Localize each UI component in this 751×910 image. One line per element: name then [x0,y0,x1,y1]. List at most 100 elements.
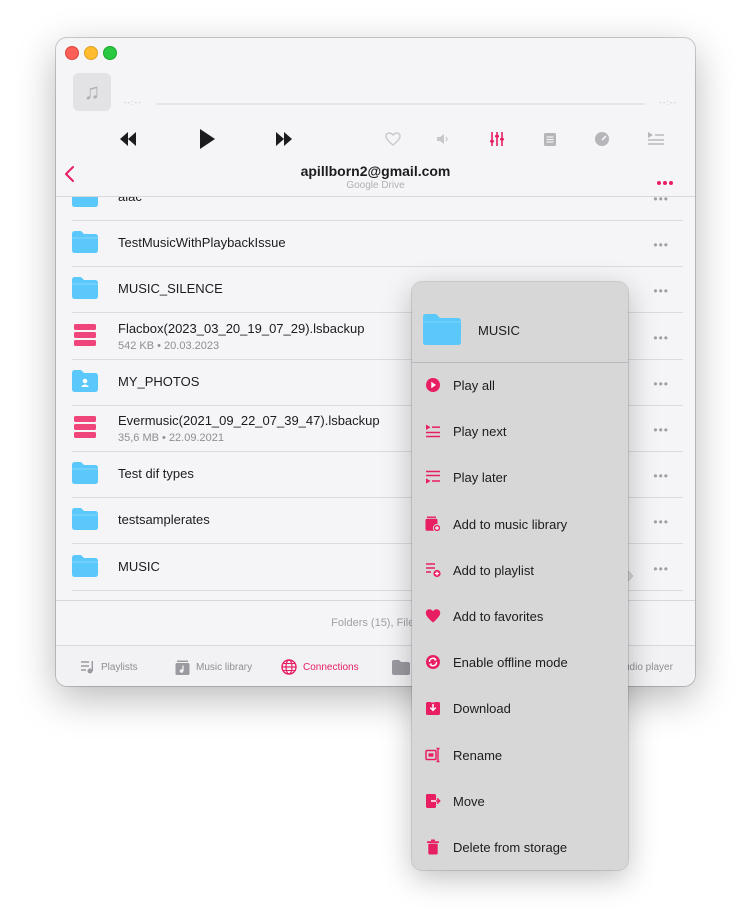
menu-item-label: Play next [453,424,507,440]
file-meta: 542 KB • 20.03.2023 [118,339,220,352]
play-circle-icon [425,377,441,393]
menu-item-add-to-favorites[interactable]: Add to favorites [412,596,628,636]
playback-progress-bar[interactable] [156,103,645,105]
remaining-time: --:-- [659,98,677,107]
zoom-window-button[interactable] [103,46,117,60]
rewind-icon [120,132,136,146]
folder-icon [72,508,98,531]
row-more-button[interactable]: ••• [653,562,669,576]
lyrics-button[interactable] [541,130,559,148]
previous-track-button[interactable] [118,130,138,148]
menu-item-label: Play all [453,378,495,393]
menu-item-add-to-music-library[interactable]: Add to music library [412,504,628,544]
menu-item-play-all[interactable]: Play all [412,365,628,405]
row-more-button[interactable]: ••• [653,238,669,252]
menu-item-rename[interactable]: Rename [412,735,628,775]
page-subtitle: Google Drive [346,180,405,191]
download-icon [425,700,441,716]
tab-label: udio player [624,661,673,673]
row-more-button[interactable]: ••• [653,377,669,391]
menu-item-label: Rename [453,747,503,763]
fast-forward-icon [276,132,292,146]
menu-item-label: Delete from storage [453,840,568,855]
context-menu-header: MUSIC [412,282,628,363]
row-more-button[interactable]: ••• [653,469,669,483]
folder-icon [72,554,98,577]
trash-icon [425,839,441,855]
row-more-button[interactable]: ••• [653,197,669,206]
file-name: Test dif types [118,466,194,482]
menu-item-play-later[interactable]: Play later [412,457,628,497]
document-icon [544,132,556,146]
play-later-icon [425,469,441,485]
menu-item-enable-offline-mode[interactable]: Enable offline mode [412,642,628,682]
folder-icon [72,277,98,300]
menu-item-move[interactable]: Move [412,781,628,821]
tab-label: Connections [303,661,359,673]
volume-button[interactable] [434,131,452,147]
folder-icon [72,197,98,207]
album-artwork: ♫ [73,73,111,111]
minimize-window-button[interactable] [84,46,98,60]
folder-icon [423,314,461,345]
globe-icon [281,659,297,675]
menu-item-label: Play later [453,470,508,486]
context-menu-title: MUSIC [478,323,520,338]
tab-music-library[interactable]: Music library [175,659,252,675]
row-more-button[interactable]: ••• [653,284,669,298]
menu-item-add-to-playlist[interactable]: Add to playlist [412,550,628,590]
menu-item-label: Add to music library [453,516,568,532]
next-track-button[interactable] [274,130,294,148]
play-next-icon [425,423,441,439]
elapsed-time: --:-- [124,98,142,107]
heart-icon [425,608,441,624]
equalizer-button[interactable] [488,130,506,148]
tab-label: Playlists [101,661,138,673]
folder-icon [72,462,98,485]
more-options-button[interactable] [657,172,673,190]
tab-audio-player[interactable]: udio player [624,659,673,675]
play-queue-icon [648,132,664,145]
menu-item-download[interactable]: Download [412,688,628,728]
file-row[interactable]: alac ••• [72,197,683,221]
playback-speed-button[interactable] [593,130,611,148]
shared-folder-icon [72,369,98,392]
queue-button[interactable] [646,129,666,147]
row-more-button[interactable]: ••• [653,515,669,529]
heart-outline-icon [385,132,401,146]
add-library-icon [425,516,442,532]
row-more-button[interactable]: ••• [653,331,669,345]
offline-icon [425,654,441,670]
menu-item-delete-from-storage[interactable]: Delete from storage [412,827,628,867]
row-more-button[interactable]: ••• [653,423,669,437]
menu-item-label: Move [453,793,485,809]
file-name: Evermusic(2021_09_22_07_39_47).lsbackup [118,413,380,428]
playlists-icon [81,661,94,674]
tab-label: Music library [196,661,253,673]
tab-connections[interactable]: Connections [281,659,359,675]
folder-icon [72,231,98,254]
context-menu: MUSIC Play all Play next Play later Add to … [412,282,628,870]
rename-icon [425,747,441,763]
menu-item-play-next[interactable]: Play next [412,411,628,451]
file-name: MUSIC_SILENCE [118,281,223,297]
menu-item-label: Download [453,701,511,717]
equalizer-icon [490,132,504,146]
page-title: apillborn2@gmail.com [300,163,451,179]
backup-file-icon [72,416,98,438]
folder-icon [392,659,410,675]
menu-item-label: Add to playlist [453,562,534,578]
tab-files[interactable] [392,659,410,675]
file-name: TestMusicWithPlaybackIssue [118,235,286,251]
menu-item-label: Enable offline mode [453,655,568,671]
music-note-icon: ♫ [83,79,101,104]
more-icon [657,181,673,185]
close-window-button[interactable] [65,46,79,60]
file-row[interactable]: TestMusicWithPlaybackIssue ••• [72,220,683,268]
speaker-icon [437,134,448,144]
file-meta: 35,6 MB • 22.09.2021 [118,432,224,444]
favorite-button[interactable] [384,130,402,148]
file-name: MY_PHOTOS [118,373,200,389]
tab-playlists[interactable]: Playlists [80,659,138,675]
play-button[interactable] [196,128,218,150]
